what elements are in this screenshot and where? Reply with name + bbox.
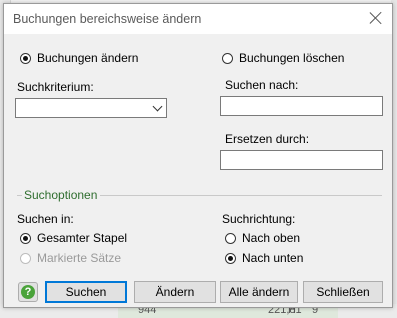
radio-unchecked-icon	[222, 52, 233, 64]
radio-marked-records[interactable]: Markierte Sätze	[20, 251, 121, 265]
criterion-label: Suchkriterium:	[17, 80, 94, 94]
chevron-down-icon[interactable]	[152, 101, 163, 112]
radio-direction-down[interactable]: Nach unten	[225, 251, 303, 265]
radio-checked-icon	[225, 252, 236, 264]
criterion-combobox[interactable]	[15, 98, 167, 118]
close-icon[interactable]	[368, 10, 384, 26]
direction-label: Suchrichtung:	[222, 212, 296, 226]
radio-delete-bookings[interactable]: Buchungen löschen	[222, 51, 344, 65]
replace-with-label: Ersetzen durch:	[225, 132, 310, 146]
radio-entire-batch[interactable]: Gesamter Stapel	[20, 231, 127, 245]
help-button[interactable]: ?	[18, 282, 38, 302]
radio-direction-up[interactable]: Nach oben	[225, 231, 300, 245]
title-bar: Buchungen bereichsweise ändern	[4, 4, 392, 34]
radio-checked-icon	[20, 52, 31, 64]
radio-direction-down-label: Nach unten	[242, 251, 304, 265]
search-in-label: Suchen in:	[17, 212, 74, 226]
close-button[interactable]: Schließen	[303, 281, 383, 303]
radio-direction-up-label: Nach oben	[242, 231, 301, 245]
search-options-title: Suchoptionen	[22, 188, 100, 202]
replace-bookings-dialog: Buchungen bereichsweise ändern Buchungen…	[3, 3, 393, 308]
dialog-title: Buchungen bereichsweise ändern	[13, 12, 202, 26]
radio-unchecked-icon	[225, 232, 236, 244]
search-for-label: Suchen nach:	[225, 78, 299, 92]
radio-change-label: Buchungen ändern	[37, 51, 139, 65]
radio-delete-label: Buchungen löschen	[239, 51, 345, 65]
radio-checked-icon	[20, 232, 31, 244]
radio-marked-records-label: Markierte Sätze	[37, 251, 122, 265]
help-icon: ?	[21, 285, 35, 299]
change-button[interactable]: Ändern	[134, 281, 216, 303]
change-all-button[interactable]: Alle ändern	[220, 281, 298, 303]
radio-entire-batch-label: Gesamter Stapel	[37, 231, 128, 245]
radio-unchecked-icon	[20, 252, 31, 264]
search-for-input[interactable]	[220, 96, 383, 116]
search-button[interactable]: Suchen	[45, 281, 127, 303]
group-line-right	[100, 195, 382, 196]
replace-with-input[interactable]	[220, 150, 383, 170]
radio-change-bookings[interactable]: Buchungen ändern	[20, 51, 138, 65]
